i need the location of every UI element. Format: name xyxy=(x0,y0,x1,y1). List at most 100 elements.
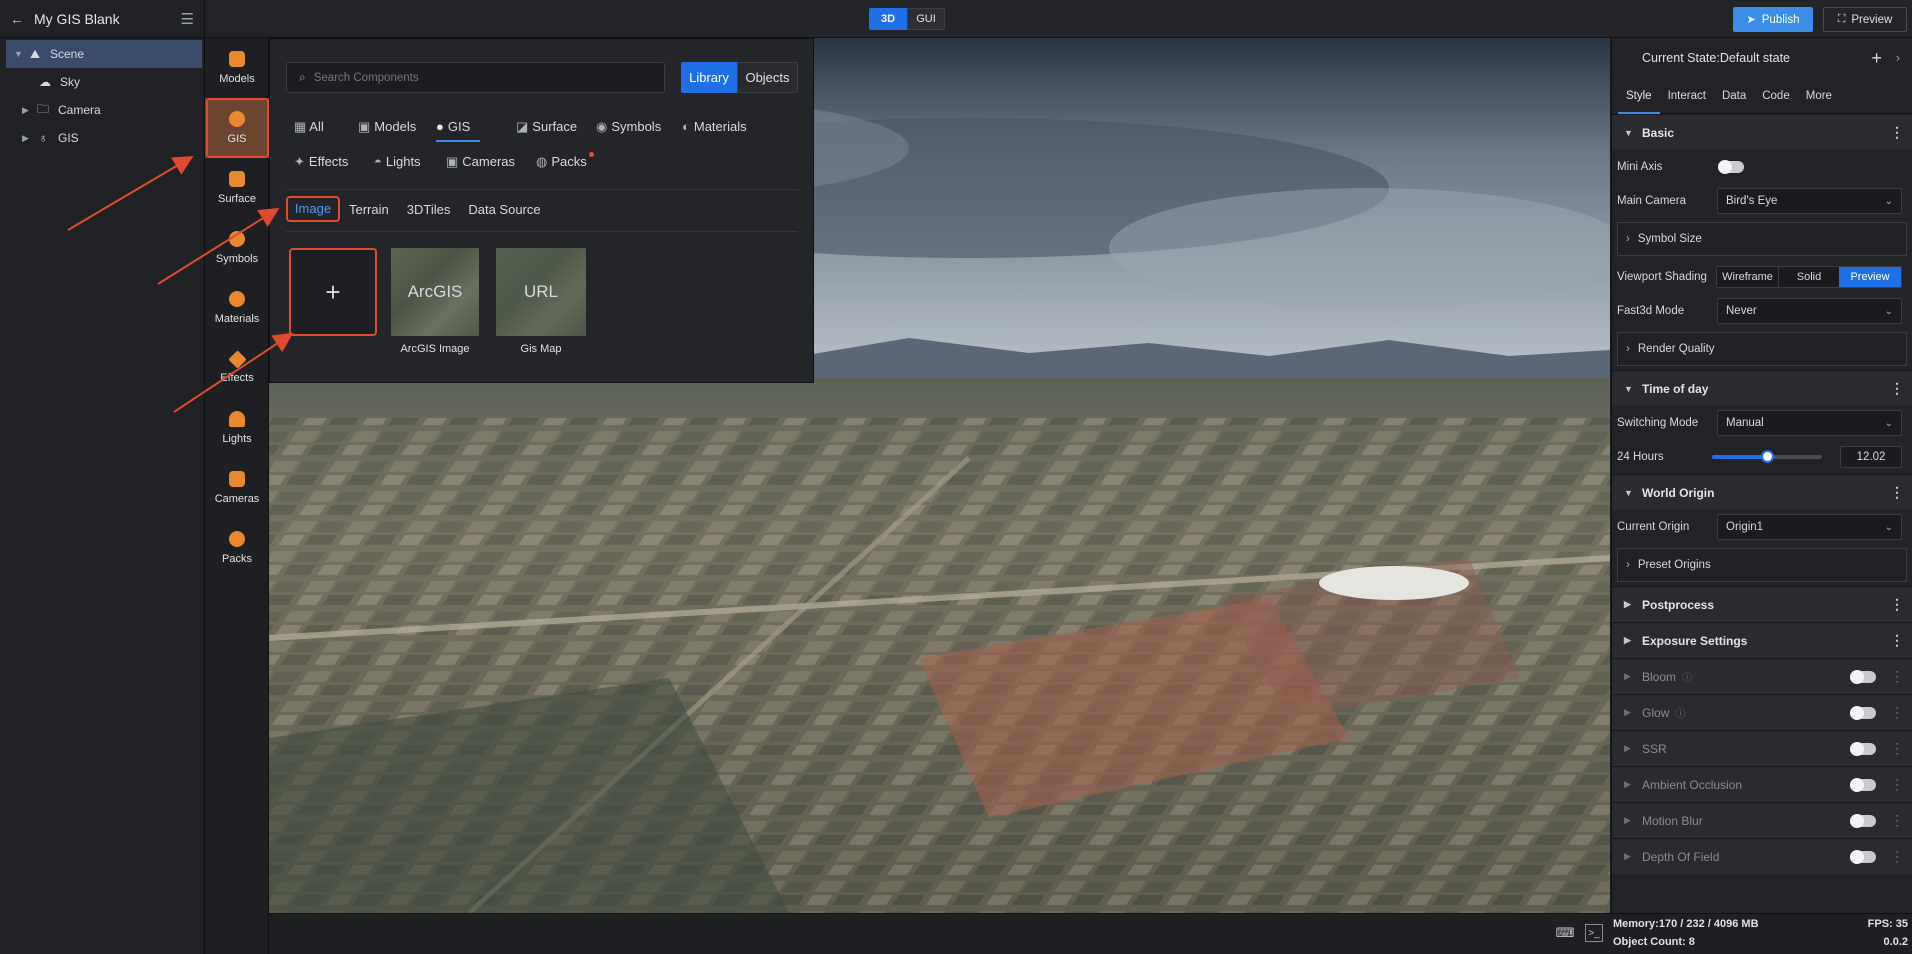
back-arrow-icon[interactable]: ← xyxy=(10,11,24,27)
console-icon[interactable]: >_ xyxy=(1585,924,1603,942)
row-label: Switching Mode xyxy=(1617,417,1699,429)
switching-mode-select[interactable]: Manual ⌄ xyxy=(1717,410,1902,436)
ambient-occlusion-toggle[interactable] xyxy=(1850,777,1876,792)
shading-preview[interactable]: Preview xyxy=(1839,267,1901,287)
section-time-of-day[interactable]: ▼ Time of day ⋮ xyxy=(1612,370,1912,406)
section-world-origin[interactable]: ▼ World Origin ⋮ xyxy=(1612,474,1912,510)
hours-slider[interactable] xyxy=(1712,450,1822,463)
shading-solid[interactable]: Solid xyxy=(1779,267,1839,287)
help-icon[interactable]: ⓘ xyxy=(1675,705,1685,720)
add-state-icon[interactable]: + xyxy=(1871,48,1882,69)
category-symbols[interactable]: Symbols xyxy=(205,218,269,278)
filter-lights[interactable]: ◓ Lights xyxy=(374,154,446,170)
more-icon[interactable]: ⋮ xyxy=(1890,848,1904,865)
bloom-toggle[interactable] xyxy=(1850,669,1876,684)
tab-objects[interactable]: Objects xyxy=(737,62,798,93)
filter-all[interactable]: ▦ All xyxy=(294,119,358,135)
category-lights[interactable]: Lights xyxy=(205,398,269,458)
subtab-image[interactable]: Image xyxy=(286,196,340,222)
more-icon[interactable]: ⋮ xyxy=(1890,812,1904,829)
chevron-right-icon[interactable]: › xyxy=(1896,51,1900,65)
filter-gis[interactable]: ● GIS xyxy=(436,119,516,142)
category-effects[interactable]: Effects xyxy=(205,338,269,398)
depth-of-field-toggle[interactable] xyxy=(1850,849,1876,864)
search-box[interactable]: ⌕ xyxy=(286,62,665,93)
more-icon[interactable]: ⋮ xyxy=(1890,668,1904,685)
section-exposure[interactable]: ▶ Exposure Settings ⋮ xyxy=(1612,622,1912,658)
tab-more[interactable]: More xyxy=(1798,90,1840,102)
effect-glow[interactable]: ▶ Glow ⓘ ⋮ xyxy=(1612,694,1912,730)
glow-toggle[interactable] xyxy=(1850,705,1876,720)
tab-library[interactable]: Library xyxy=(681,62,737,93)
category-cameras[interactable]: Cameras xyxy=(205,458,269,518)
hours-value-input[interactable]: 12.02 xyxy=(1840,446,1902,468)
motion-blur-toggle[interactable] xyxy=(1850,813,1876,828)
effect-ssr[interactable]: ▶ SSR ⋮ xyxy=(1612,730,1912,766)
ssr-toggle[interactable] xyxy=(1850,741,1876,756)
subtab-terrain[interactable]: Terrain xyxy=(349,202,389,217)
section-basic[interactable]: ▼ Basic ⋮ xyxy=(1612,114,1912,150)
filter-packs[interactable]: ◍ Packs xyxy=(536,152,596,170)
caret-right-icon[interactable]: ▶ xyxy=(22,133,34,144)
more-icon[interactable]: ⋮ xyxy=(1890,740,1904,757)
tab-interact[interactable]: Interact xyxy=(1660,90,1714,102)
tree-item-sky[interactable]: ☁ Sky xyxy=(0,68,204,96)
mode-gui-button[interactable]: GUI xyxy=(907,8,945,30)
filter-models[interactable]: ▣ Models xyxy=(358,119,436,135)
filter-cameras[interactable]: ▣ Cameras xyxy=(446,154,536,170)
new-dot xyxy=(589,152,594,157)
mini-axis-toggle[interactable] xyxy=(1718,160,1744,174)
caret-right-icon[interactable]: ▶ xyxy=(22,105,34,116)
mode-3d-button[interactable]: 3D xyxy=(869,8,907,30)
section-postprocess[interactable]: ▶ Postprocess ⋮ xyxy=(1612,586,1912,622)
chevron-right-icon: ▶ xyxy=(1624,635,1631,645)
tree-item-camera[interactable]: ▶ 🗀 Camera xyxy=(0,96,204,124)
caret-down-icon[interactable]: ▼ xyxy=(14,49,26,59)
filter-materials[interactable]: ◐ Materials xyxy=(682,119,772,135)
publish-button[interactable]: ➤ Publish xyxy=(1733,7,1813,32)
filter-symbols[interactable]: ◉ Symbols xyxy=(596,119,682,135)
main-camera-select[interactable]: Bird's Eye ⌄ xyxy=(1717,188,1902,214)
more-icon[interactable]: ⋮ xyxy=(1890,632,1904,649)
symbol-size-group[interactable]: › Symbol Size xyxy=(1617,222,1907,256)
menu-icon[interactable]: ☰ xyxy=(181,10,194,28)
fullscreen-icon: ⛶ xyxy=(1837,13,1846,25)
tab-style[interactable]: Style xyxy=(1618,78,1660,114)
tab-data[interactable]: Data xyxy=(1714,90,1754,102)
add-image-card[interactable]: + xyxy=(289,248,377,336)
arcgis-thumbnail[interactable]: ArcGIS xyxy=(391,248,479,336)
more-icon[interactable]: ⋮ xyxy=(1890,380,1904,397)
subtab-3dtiles[interactable]: 3DTiles xyxy=(407,202,451,217)
preview-button[interactable]: ⛶ Preview xyxy=(1823,7,1907,32)
effect-bloom[interactable]: ▶ Bloom ⓘ ⋮ xyxy=(1612,658,1912,694)
filter-effects[interactable]: ✦ Effects xyxy=(294,154,374,170)
keyboard-icon[interactable]: ⌨ xyxy=(1555,924,1575,942)
url-thumbnail[interactable]: URL xyxy=(496,248,586,336)
search-input[interactable] xyxy=(313,71,644,84)
effect-motion-blur[interactable]: ▶ Motion Blur ⋮ xyxy=(1612,802,1912,838)
tree-item-gis[interactable]: ▶ ♁ GIS xyxy=(0,124,204,152)
slider-handle[interactable] xyxy=(1761,450,1774,463)
effect-depth-of-field[interactable]: ▶ Depth Of Field ⋮ xyxy=(1612,838,1912,874)
more-icon[interactable]: ⋮ xyxy=(1890,776,1904,793)
fast3d-select[interactable]: Never ⌄ xyxy=(1717,298,1902,324)
more-icon[interactable]: ⋮ xyxy=(1890,124,1904,141)
more-icon[interactable]: ⋮ xyxy=(1890,484,1904,501)
tree-item-scene[interactable]: ▼ ⛰ Scene xyxy=(6,40,202,68)
subtab-data-source[interactable]: Data Source xyxy=(468,202,540,217)
tab-code[interactable]: Code xyxy=(1754,90,1798,102)
filter-surface[interactable]: ◪ Surface xyxy=(516,119,596,135)
shading-wireframe[interactable]: Wireframe xyxy=(1717,267,1779,287)
render-quality-group[interactable]: › Render Quality xyxy=(1617,332,1907,366)
more-icon[interactable]: ⋮ xyxy=(1890,596,1904,613)
category-surface[interactable]: Surface xyxy=(205,158,269,218)
current-origin-select[interactable]: Origin1 ⌄ xyxy=(1717,514,1902,540)
filter-label: Cameras xyxy=(462,154,516,169)
category-packs[interactable]: Packs xyxy=(205,518,269,578)
preset-origins-group[interactable]: › Preset Origins xyxy=(1617,548,1907,582)
effect-ambient-occlusion[interactable]: ▶ Ambient Occlusion ⋮ xyxy=(1612,766,1912,802)
category-materials[interactable]: Materials xyxy=(205,278,269,338)
help-icon[interactable]: ⓘ xyxy=(1682,669,1692,684)
category-models[interactable]: Models xyxy=(205,38,269,98)
more-icon[interactable]: ⋮ xyxy=(1890,704,1904,721)
